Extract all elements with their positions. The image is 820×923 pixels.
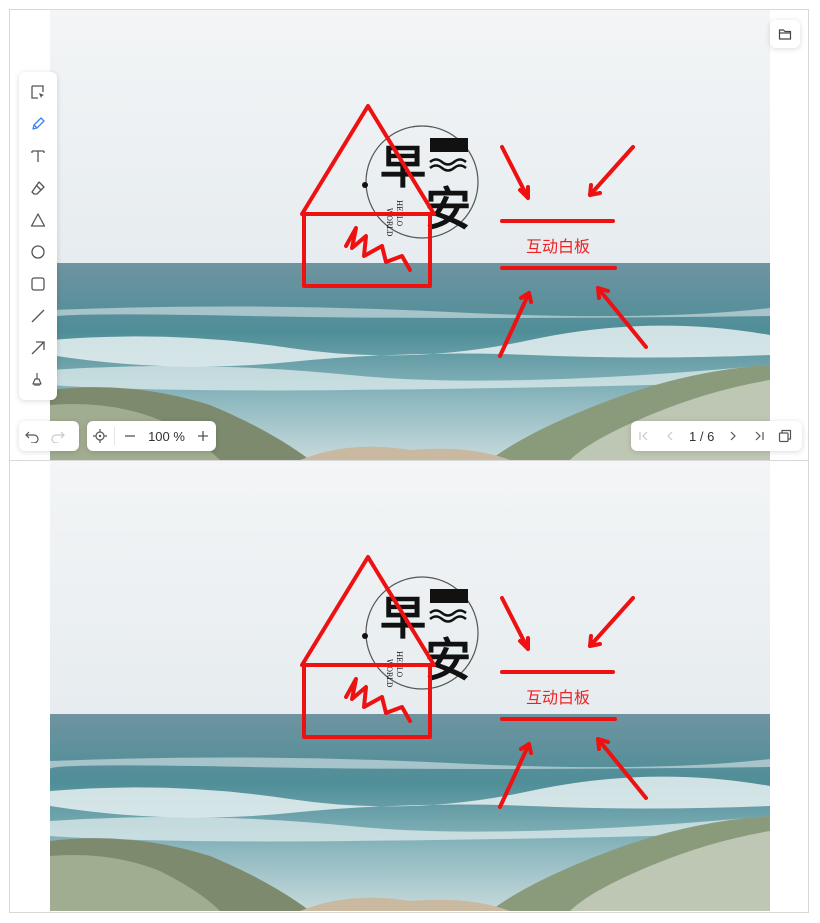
divider	[114, 427, 116, 445]
text-tool-button[interactable]	[19, 140, 57, 172]
arrow-icon	[31, 341, 45, 355]
line-tool-button[interactable]	[19, 300, 57, 332]
text-icon	[31, 150, 45, 162]
drawing-toolbar	[19, 72, 57, 400]
line-icon	[31, 309, 45, 323]
last-page-icon	[755, 431, 764, 441]
whiteboard-canvas[interactable]: 早 安 HELLO WORLD 互动白板 100 % 1 / 6	[9, 9, 809, 461]
rectangle-icon	[31, 277, 45, 291]
zoom-controls: 100 %	[87, 421, 216, 451]
recenter-button[interactable]	[87, 421, 112, 451]
selector-icon	[31, 85, 44, 99]
copy-pages-icon	[779, 429, 792, 443]
page-controls: 1 / 6	[631, 421, 802, 451]
annotation-text: 互动白板	[526, 688, 590, 707]
undo-icon	[25, 431, 39, 443]
select-tool-button[interactable]	[19, 76, 57, 108]
pencil-tool-button[interactable]	[19, 108, 57, 140]
folder-icon	[778, 29, 792, 40]
prev-page-button[interactable]	[657, 421, 683, 451]
arrow-tool-button[interactable]	[19, 332, 57, 364]
undo-button[interactable]	[19, 421, 45, 451]
circle-icon	[31, 245, 45, 259]
first-page-icon	[639, 431, 648, 441]
history-controls	[19, 421, 79, 451]
crosshair-icon	[92, 429, 107, 443]
chevron-left-icon	[667, 431, 673, 441]
page-indicator: 1 / 6	[689, 428, 715, 444]
page-background-image: 早 安 HELLO WORLD 互动白板	[50, 10, 770, 460]
zoom-level: 100 %	[148, 428, 185, 444]
redo-icon	[51, 431, 65, 443]
first-page-button[interactable]	[631, 421, 657, 451]
chevron-right-icon	[730, 431, 737, 441]
pencil-icon	[32, 117, 45, 130]
zoom-out-button[interactable]	[117, 421, 142, 451]
next-page-button[interactable]	[720, 421, 746, 451]
plus-icon	[198, 431, 209, 441]
last-page-button[interactable]	[746, 421, 772, 451]
eraser-icon	[31, 181, 45, 195]
clear-tool-button[interactable]	[19, 364, 57, 396]
page-background-image: 早 安 HELLO WORLD 互动白板	[50, 461, 770, 911]
redo-button[interactable]	[45, 421, 71, 451]
minus-icon	[124, 435, 135, 437]
broom-icon	[32, 373, 42, 386]
zoom-in-button[interactable]	[191, 421, 216, 451]
triangle-tool-button[interactable]	[19, 204, 57, 236]
annotation-text: 互动白板	[526, 237, 590, 256]
triangle-icon	[30, 213, 46, 227]
open-file-button[interactable]	[770, 20, 800, 48]
page-overview-button[interactable]	[772, 421, 798, 451]
page-preview: 早 安 HELLO WORLD 互动白板	[9, 461, 809, 913]
circle-tool-button[interactable]	[19, 236, 57, 268]
rectangle-tool-button[interactable]	[19, 268, 57, 300]
eraser-tool-button[interactable]	[19, 172, 57, 204]
